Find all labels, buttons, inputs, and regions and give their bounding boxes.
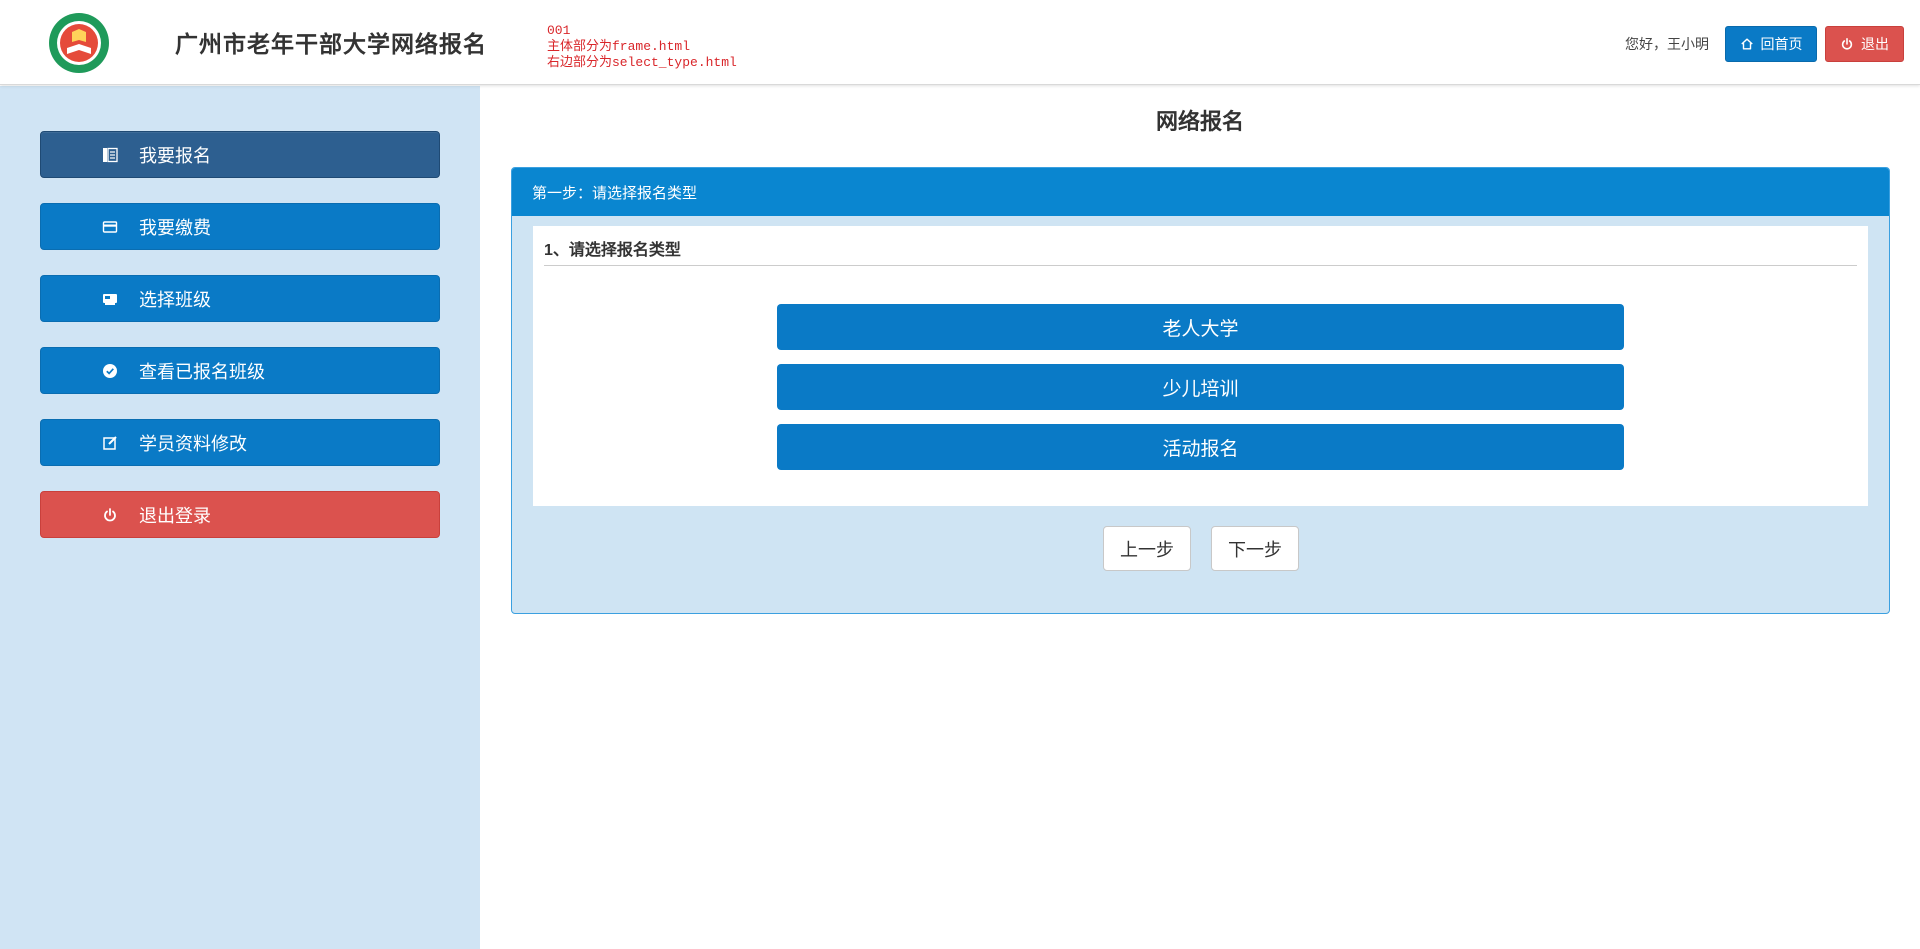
type-button-activity-signup[interactable]: 活动报名: [777, 424, 1624, 470]
enroll-icon: [102, 147, 118, 163]
home-icon: [1740, 38, 1753, 50]
sidebar-item-payment[interactable]: 我要缴费: [40, 203, 440, 250]
sidebar-item-logout[interactable]: 退出登录: [40, 491, 440, 538]
sidebar-item-label: 退出登录: [139, 505, 211, 526]
note-line: 001: [547, 23, 571, 38]
power-icon: [102, 507, 118, 523]
top-header: 广州市老年干部大学网络报名 001 主体部分为frame.html 右边部分为s…: [0, 0, 1920, 85]
logout-button[interactable]: 退出: [1825, 26, 1904, 62]
sidebar-item-label: 学员资料修改: [139, 433, 247, 454]
school-logo: [48, 12, 110, 74]
type-button-children-training[interactable]: 少儿培训: [777, 364, 1624, 410]
sidebar-item-select-class[interactable]: 选择班级: [40, 275, 440, 322]
note-line: 右边部分为select_type.html: [547, 55, 737, 70]
edit-icon: [102, 435, 118, 451]
logout-button-label: 退出: [1861, 36, 1889, 52]
sidebar-item-label: 查看已报名班级: [139, 361, 265, 382]
sidebar-item-enroll[interactable]: 我要报名: [40, 131, 440, 178]
page-title: 网络报名: [1155, 109, 1244, 134]
sidebar-item-edit-profile[interactable]: 学员资料修改: [40, 419, 440, 466]
panel-heading: 第一步：请选择报名类型: [512, 168, 1889, 216]
prev-step-button[interactable]: 上一步: [1103, 526, 1191, 571]
power-icon: [1841, 37, 1853, 50]
section-title: 1、请选择报名类型: [544, 242, 681, 259]
type-button-senior-university[interactable]: 老人大学: [777, 304, 1624, 350]
home-button[interactable]: 回首页: [1725, 26, 1817, 62]
developer-note: 001 主体部分为frame.html 右边部分为select_type.htm…: [547, 23, 737, 71]
step-panel: 第一步：请选择报名类型 1、请选择报名类型 老人大学 少儿培训 活动报名 上一步…: [511, 167, 1890, 614]
note-line: 主体部分为frame.html: [547, 39, 691, 54]
sidebar-item-label: 我要报名: [139, 145, 211, 166]
next-step-button[interactable]: 下一步: [1211, 526, 1299, 571]
card-icon: [102, 219, 118, 235]
type-selection-box: 1、请选择报名类型 老人大学 少儿培训 活动报名: [533, 226, 1868, 506]
divider: [544, 265, 1857, 266]
home-button-label: 回首页: [1760, 36, 1803, 52]
class-icon: [102, 291, 118, 307]
sidebar-item-label: 我要缴费: [139, 217, 211, 238]
user-greeting: 您好，王小明: [1625, 36, 1709, 52]
sidebar-item-label: 选择班级: [139, 289, 211, 310]
check-circle-icon: [102, 363, 118, 379]
sidebar-item-enrolled-classes[interactable]: 查看已报名班级: [40, 347, 440, 394]
site-title: 广州市老年干部大学网络报名: [175, 31, 487, 57]
sidebar: 我要报名 我要缴费 选择班级 查看已报名班级 学员资料修改 退出登录: [0, 86, 480, 949]
